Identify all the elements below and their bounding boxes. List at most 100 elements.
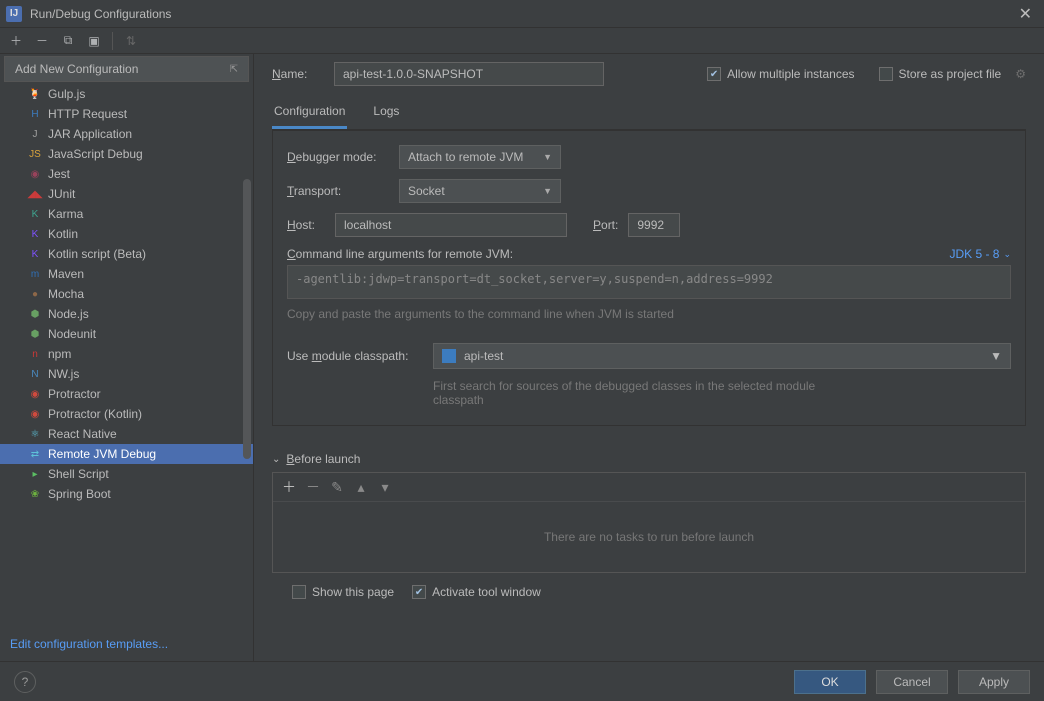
sidebar-item-mocha[interactable]: ●Mocha bbox=[0, 284, 253, 304]
cancel-button[interactable]: Cancel bbox=[876, 670, 948, 694]
config-type-icon: m bbox=[28, 267, 42, 281]
chevron-down-icon: ▼ bbox=[543, 152, 552, 162]
config-type-icon: ⬢ bbox=[28, 307, 42, 321]
app-icon: IJ bbox=[6, 6, 22, 22]
before-launch-label: Before launch bbox=[286, 452, 360, 466]
config-type-icon: ❀ bbox=[28, 487, 42, 501]
remove-button[interactable]: － bbox=[32, 31, 52, 51]
chevron-down-icon: ⌄ bbox=[272, 454, 280, 465]
before-launch-toggle[interactable]: ⌄ Before launch bbox=[272, 452, 1026, 466]
scrollbar[interactable] bbox=[243, 179, 251, 459]
tab-logs[interactable]: Logs bbox=[371, 98, 401, 129]
config-type-icon: ⇄ bbox=[28, 447, 42, 461]
tab-configuration[interactable]: Configuration bbox=[272, 98, 347, 129]
separator bbox=[112, 32, 113, 50]
apply-button[interactable]: Apply bbox=[958, 670, 1030, 694]
add-task-button[interactable]: ＋ bbox=[281, 477, 297, 497]
sidebar-item-label: NW.js bbox=[48, 367, 79, 381]
config-type-icon: n bbox=[28, 347, 42, 361]
sidebar-item-remote-jvm-debug[interactable]: ⇄Remote JVM Debug bbox=[0, 444, 253, 464]
sidebar-item-label: Shell Script bbox=[48, 467, 109, 481]
sidebar-item-shell-script[interactable]: ▸ Shell Script bbox=[0, 464, 253, 484]
sort-button[interactable]: ⇅ bbox=[121, 31, 141, 51]
config-form: Debugger mode: Attach to remote JVM ▼ Tr… bbox=[272, 130, 1026, 426]
copy-button[interactable]: ⧉ bbox=[58, 31, 78, 51]
sidebar-item-kotlin[interactable]: KKotlin bbox=[0, 224, 253, 244]
sidebar-item-react-native[interactable]: ⚛React Native bbox=[0, 424, 253, 444]
sidebar-item-label: React Native bbox=[48, 427, 117, 441]
checkbox-icon: ✔ bbox=[707, 67, 721, 81]
checkbox-icon bbox=[292, 585, 306, 599]
sidebar-item-label: Protractor (Kotlin) bbox=[48, 407, 142, 421]
store-project-checkbox[interactable]: Store as project file bbox=[879, 67, 1002, 81]
sidebar-item-http-request[interactable]: H HTTP Request bbox=[0, 104, 253, 124]
host-label: Host: bbox=[287, 218, 325, 232]
chevron-down-icon: ▼ bbox=[990, 349, 1002, 363]
sidebar-header-label: Add New Configuration bbox=[15, 62, 138, 76]
show-page-label: Show this page bbox=[312, 585, 394, 599]
name-label: Name: bbox=[272, 67, 324, 81]
sidebar: Add New Configuration ⇱ 🍹Gulp.js H HTTP Re… bbox=[0, 54, 254, 661]
sidebar-item-karma[interactable]: KKarma bbox=[0, 204, 253, 224]
show-page-checkbox[interactable]: Show this page bbox=[292, 585, 394, 599]
debugger-mode-combo[interactable]: Attach to remote JVM ▼ bbox=[399, 145, 561, 169]
sidebar-item-gulp-js[interactable]: 🍹Gulp.js bbox=[0, 84, 253, 104]
sidebar-item-kotlin-script-beta-[interactable]: KKotlin script (Beta) bbox=[0, 244, 253, 264]
sidebar-item-protractor[interactable]: ◉Protractor bbox=[0, 384, 253, 404]
close-icon[interactable]: ✕ bbox=[1013, 4, 1038, 24]
module-combo[interactable]: api-test ▼ bbox=[433, 343, 1011, 369]
transport-combo[interactable]: Socket ▼ bbox=[399, 179, 561, 203]
sidebar-item-label: Kotlin bbox=[48, 227, 78, 241]
sidebar-item-maven[interactable]: mMaven bbox=[0, 264, 253, 284]
port-input[interactable] bbox=[628, 213, 680, 237]
checkbox-icon: ✔ bbox=[412, 585, 426, 599]
activate-tool-checkbox[interactable]: ✔ Activate tool window bbox=[412, 585, 541, 599]
module-value: api-test bbox=[464, 349, 503, 363]
config-type-icon: ▸ bbox=[28, 467, 42, 481]
sidebar-item-nw-js[interactable]: N NW.js bbox=[0, 364, 253, 384]
sidebar-item-javascript-debug[interactable]: JSJavaScript Debug bbox=[0, 144, 253, 164]
before-launch-section: ⌄ Before launch ＋ － ✎ ▴ ▾ There are no t… bbox=[272, 452, 1026, 599]
sidebar-item-node-js[interactable]: ⬢Node.js bbox=[0, 304, 253, 324]
gear-icon[interactable]: ⚙ bbox=[1015, 67, 1026, 81]
sidebar-item-label: JAR Application bbox=[48, 127, 132, 141]
transport-value: Socket bbox=[408, 184, 445, 198]
sidebar-item-junit[interactable]: ◢◣ JUnit bbox=[0, 184, 253, 204]
config-type-icon: H bbox=[28, 107, 42, 121]
sidebar-item-npm[interactable]: nnpm bbox=[0, 344, 253, 364]
config-type-icon: ◢◣ bbox=[28, 187, 42, 201]
sidebar-item-protractor-kotlin-[interactable]: ◉Protractor (Kotlin) bbox=[0, 404, 253, 424]
add-new-config-header[interactable]: Add New Configuration ⇱ bbox=[4, 56, 249, 82]
sidebar-item-label: Spring Boot bbox=[48, 487, 111, 501]
config-type-icon: N bbox=[28, 367, 42, 381]
sidebar-item-label: Jest bbox=[48, 167, 70, 181]
sidebar-item-jest[interactable]: ◉Jest bbox=[0, 164, 253, 184]
sidebar-item-label: JUnit bbox=[48, 187, 75, 201]
cmd-hint: Copy and paste the arguments to the comm… bbox=[287, 307, 1011, 321]
cmd-args-label: Command line arguments for remote JVM: bbox=[287, 247, 513, 261]
jdk-value: JDK 5 - 8 bbox=[949, 247, 999, 261]
titlebar: IJ Run/Debug Configurations ✕ bbox=[0, 0, 1044, 28]
sidebar-item-label: npm bbox=[48, 347, 71, 361]
module-icon bbox=[442, 349, 456, 363]
folder-button[interactable]: ▣ bbox=[84, 31, 104, 51]
sidebar-item-label: Gulp.js bbox=[48, 87, 85, 101]
sidebar-item-nodeunit[interactable]: ⬢ Nodeunit bbox=[0, 324, 253, 344]
sidebar-item-spring-boot[interactable]: ❀ Spring Boot bbox=[0, 484, 253, 504]
name-input[interactable] bbox=[334, 62, 604, 86]
ok-button[interactable]: OK bbox=[794, 670, 866, 694]
host-input[interactable] bbox=[335, 213, 567, 237]
jdk-selector[interactable]: JDK 5 - 8 ⌄ bbox=[949, 247, 1011, 261]
edit-templates-link[interactable]: Edit configuration templates... bbox=[10, 637, 168, 651]
sidebar-item-label: HTTP Request bbox=[48, 107, 127, 121]
debugger-mode-label: Debugger mode: bbox=[287, 150, 389, 164]
config-type-icon: ⬢ bbox=[28, 327, 42, 341]
help-button[interactable]: ? bbox=[14, 671, 36, 693]
sidebar-item-jar-application[interactable]: JJAR Application bbox=[0, 124, 253, 144]
sidebar-item-label: Nodeunit bbox=[48, 327, 96, 341]
add-button[interactable]: ＋ bbox=[6, 31, 26, 51]
store-project-label: Store as project file bbox=[899, 67, 1002, 81]
cmd-args-box[interactable]: -agentlib:jdwp=transport=dt_socket,serve… bbox=[287, 265, 1011, 299]
chevron-down-icon: ▼ bbox=[543, 186, 552, 196]
allow-multiple-checkbox[interactable]: ✔ Allow multiple instances bbox=[707, 67, 854, 81]
